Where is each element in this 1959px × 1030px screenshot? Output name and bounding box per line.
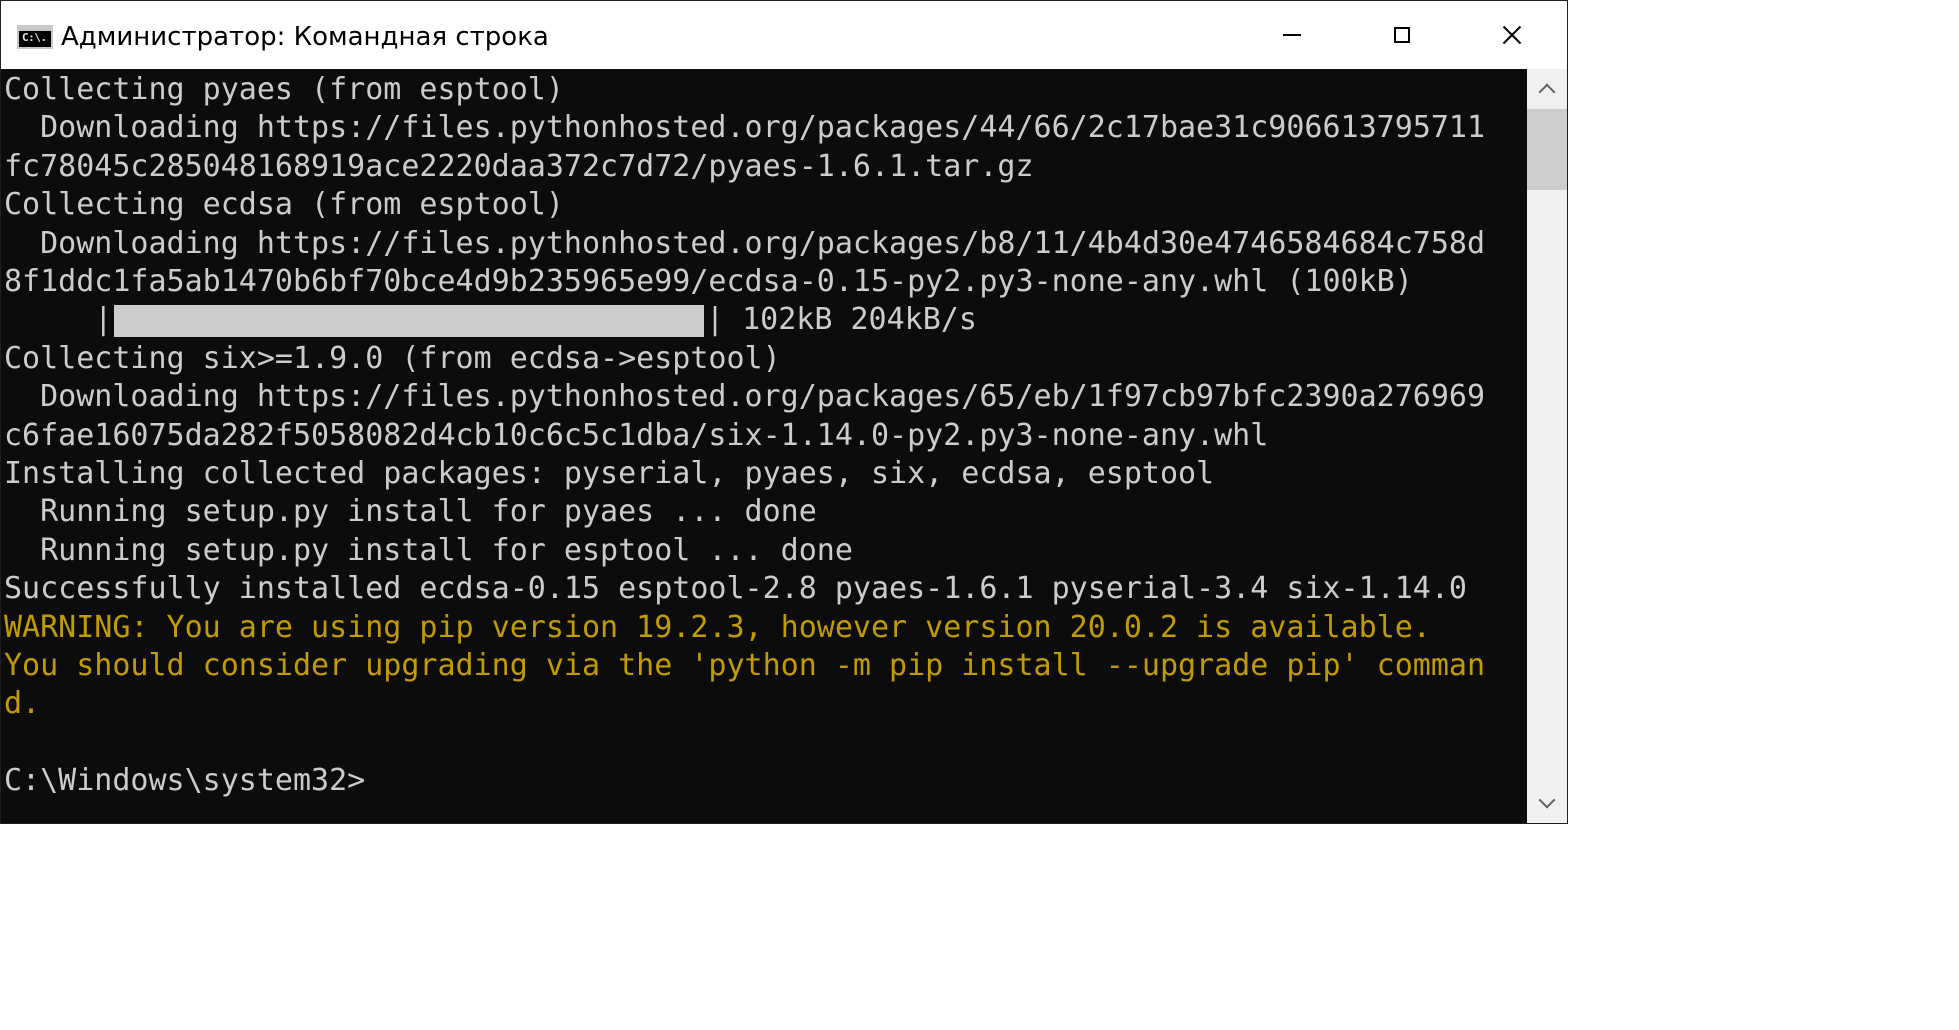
- cmd-icon[interactable]: C:\.: [17, 25, 53, 49]
- chevron-up-icon: [1538, 83, 1556, 101]
- console-line: Installing collected packages: pyserial,…: [4, 456, 1215, 491]
- console-line: fc78045c285048168919ace2220daa372c7d72/p…: [4, 148, 1034, 184]
- console-line: C:\Windows\system32>: [4, 763, 366, 799]
- progress-bar-lead: |: [4, 302, 113, 338]
- scroll-thumb[interactable]: [1527, 109, 1567, 190]
- scroll-down-button[interactable]: [1527, 783, 1567, 823]
- console-line: Downloading https://files.pythonhosted.o…: [4, 379, 1486, 415]
- console-line: Running setup.py install for esptool ...…: [4, 532, 853, 568]
- console-line: Collecting pyaes (from esptool): [4, 72, 564, 107]
- close-button[interactable]: [1457, 1, 1567, 69]
- console-line: Successfully installed ecdsa-0.15 esptoo…: [4, 571, 1467, 607]
- console-line: Collecting ecdsa (from esptool): [4, 187, 564, 223]
- cmd-icon-glyph: C:\.: [22, 31, 47, 44]
- scroll-track[interactable]: [1527, 109, 1567, 783]
- chevron-down-icon: [1538, 791, 1556, 809]
- title-bar[interactable]: C:\. Администратор: Командная строка: [1, 1, 1567, 69]
- progress-bar-line: | | 102kB 204kB/s: [4, 301, 1504, 339]
- progress-bar-track: [114, 305, 704, 338]
- console-line: c6fae16075da282f5058082d4cb10c6c5c1dba/s…: [4, 417, 1269, 453]
- console-warning-line: You should consider upgrading via the 'p…: [4, 648, 1486, 683]
- console-line: Downloading https://files.pythonhosted.o…: [4, 110, 1486, 146]
- window-title: Администратор: Командная строка: [61, 22, 549, 52]
- command-prompt-window: C:\. Администратор: Командная строка Col…: [0, 0, 1568, 824]
- maximize-button[interactable]: [1347, 1, 1457, 69]
- progress-bar-stats: | 102kB 204kB/s: [706, 302, 977, 338]
- scroll-up-button[interactable]: [1527, 69, 1567, 109]
- minimize-icon: [1283, 34, 1301, 36]
- console-line: Running setup.py install for pyaes ... d…: [4, 494, 817, 530]
- console-line: Downloading https://files.pythonhosted.o…: [4, 225, 1486, 261]
- close-icon: [1502, 25, 1522, 45]
- minimize-button[interactable]: [1237, 1, 1347, 69]
- console-warning-line: d.: [4, 686, 41, 722]
- maximize-icon: [1394, 27, 1410, 43]
- vertical-scrollbar[interactable]: [1527, 69, 1567, 823]
- console-warning-line: WARNING: You are using pip version 19.2.…: [4, 609, 1431, 645]
- console-line: 8f1ddc1fa5ab1470b6bf70bce4d9b235965e99/e…: [4, 264, 1413, 299]
- console-output[interactable]: Collecting pyaes (from esptool) Download…: [1, 69, 1527, 823]
- progress-bar-fill: [114, 305, 704, 338]
- console-line: Collecting six>=1.9.0 (from ecdsa->espto…: [4, 340, 781, 376]
